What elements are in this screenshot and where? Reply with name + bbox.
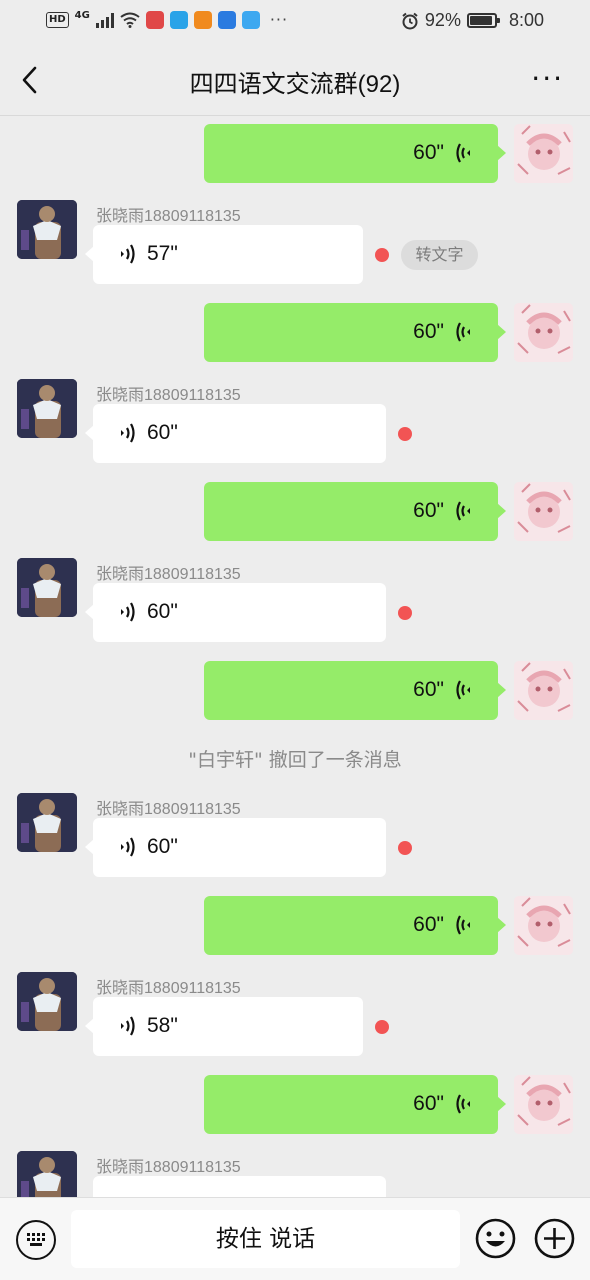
voice-duration: 60" [413, 913, 444, 936]
self-avatar[interactable] [514, 124, 573, 183]
voice-wave-icon [456, 680, 470, 700]
voice-message-bubble[interactable]: 60" [204, 896, 506, 955]
network-type: 4G [74, 9, 90, 21]
battery-percent: 92% [424, 10, 461, 30]
voice-duration: 60" [147, 835, 178, 858]
status-bar: HD 4G ··· 92% 8:00 [0, 0, 590, 44]
clock: 8:00 [508, 10, 544, 30]
unread-dot [375, 248, 389, 262]
keyboard-icon[interactable] [16, 1220, 56, 1260]
sender-avatar[interactable] [17, 1151, 77, 1197]
sender-avatar[interactable] [17, 793, 77, 852]
app-notification-icon [169, 10, 188, 29]
hd-badge: HD [46, 11, 69, 28]
plus-icon[interactable] [534, 1218, 575, 1259]
unread-dot [398, 606, 412, 620]
status-right: 92% 8:00 [401, 10, 544, 31]
self-avatar[interactable] [514, 896, 573, 955]
voice-wave-icon [121, 423, 135, 443]
voice-message-bubble[interactable]: 57" [85, 225, 363, 284]
message-list[interactable]: 60" 张晓雨18809118135 57" 转文字 60" 张晓雨188091… [0, 116, 590, 1197]
unread-dot [375, 1020, 389, 1034]
self-avatar[interactable] [514, 482, 573, 541]
chat-header: 四四语文交流群(92) ··· [0, 44, 590, 116]
voice-duration: 57" [147, 242, 178, 265]
voice-message-bubble[interactable]: 60" [204, 482, 506, 541]
voice-duration: 60" [413, 678, 444, 701]
sender-name: 张晓雨18809118135 [96, 208, 241, 225]
voice-message-bubble[interactable] [93, 1176, 386, 1197]
voice-message-bubble[interactable]: 58" [85, 997, 363, 1056]
app-notification-icon [193, 10, 212, 29]
chat-title: 四四语文交流群(92) [189, 71, 401, 98]
sender-name: 张晓雨18809118135 [96, 387, 241, 404]
voice-wave-icon [456, 322, 470, 342]
more-notifications-icon: ··· [269, 10, 289, 29]
voice-wave-icon [456, 501, 470, 521]
alarm-icon [402, 12, 418, 29]
voice-message-bubble[interactable]: 60" [85, 818, 386, 877]
app-notification-icon [241, 10, 260, 29]
unread-dot [398, 841, 412, 855]
sender-name: 张晓雨18809118135 [96, 801, 241, 818]
voice-message-bubble[interactable]: 60" [204, 1075, 506, 1134]
sender-name: 张晓雨18809118135 [96, 980, 241, 997]
wifi-icon [120, 12, 140, 28]
signal-icon [95, 12, 114, 28]
voice-duration: 60" [413, 141, 444, 164]
voice-wave-icon [456, 1094, 470, 1114]
voice-duration: 58" [147, 1014, 178, 1037]
voice-wave-icon [121, 602, 135, 622]
sender-name: 张晓雨18809118135 [96, 1159, 241, 1176]
voice-message-bubble[interactable]: 60" [204, 303, 506, 362]
input-bar: 按住 说话 [0, 1197, 590, 1280]
voice-duration: 60" [413, 499, 444, 522]
sender-avatar[interactable] [17, 379, 77, 438]
voice-message-bubble[interactable]: 60" [204, 661, 506, 720]
convert-to-text-button[interactable]: 转文字 [401, 240, 478, 270]
voice-duration: 60" [413, 1092, 444, 1115]
sender-avatar[interactable] [17, 558, 77, 617]
recall-notice: "白宇轩" 撤回了一条消息 [188, 749, 402, 771]
voice-duration: 60" [413, 320, 444, 343]
self-avatar[interactable] [514, 303, 573, 362]
app-notification-icon [145, 10, 164, 29]
voice-message-bubble[interactable]: 60" [85, 404, 386, 463]
voice-wave-icon [456, 143, 470, 163]
more-dots-icon[interactable]: ··· [531, 65, 564, 93]
voice-message-bubble[interactable]: 60" [85, 583, 386, 642]
voice-message-bubble[interactable]: 60" [204, 124, 506, 183]
sender-name: 张晓雨18809118135 [96, 566, 241, 583]
self-avatar[interactable] [514, 1075, 573, 1134]
sender-avatar[interactable] [17, 200, 77, 259]
self-avatar[interactable] [514, 661, 573, 720]
status-left: HD 4G ··· [46, 10, 288, 29]
voice-wave-icon [121, 837, 135, 857]
emoji-icon[interactable] [475, 1218, 516, 1259]
battery-icon [466, 13, 500, 28]
sender-avatar[interactable] [17, 972, 77, 1031]
voice-wave-icon [121, 1016, 135, 1036]
hold-to-talk-button[interactable]: 按住 说话 [71, 1210, 460, 1268]
app-notification-icon [217, 10, 236, 29]
voice-duration: 60" [147, 600, 178, 623]
voice-wave-icon [456, 915, 470, 935]
unread-dot [398, 427, 412, 441]
voice-wave-icon [121, 244, 135, 264]
voice-duration: 60" [147, 421, 178, 444]
